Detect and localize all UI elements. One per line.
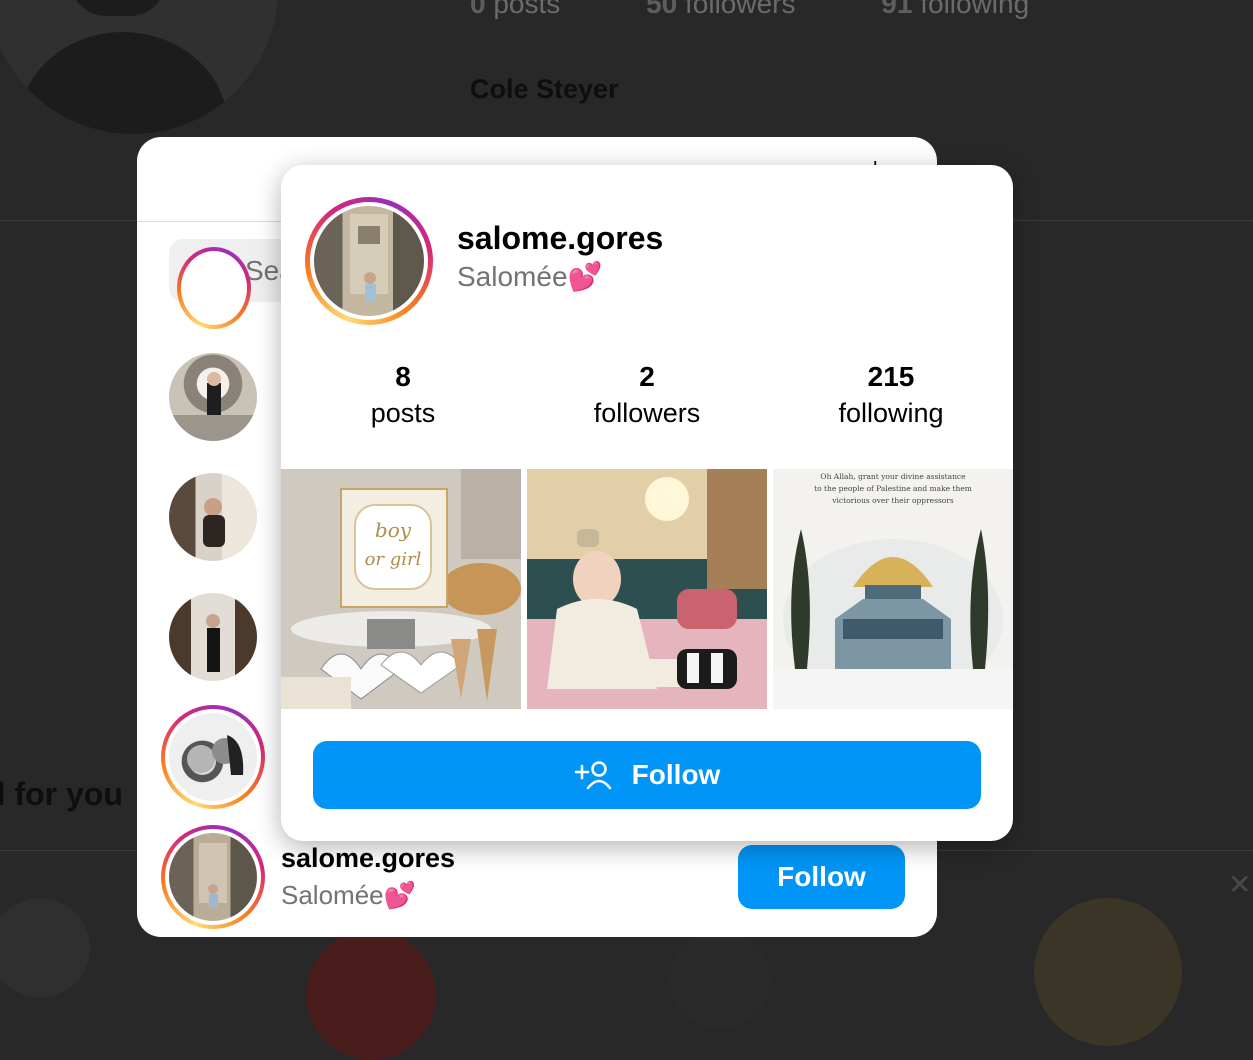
posts-label: posts: [370, 398, 436, 428]
svg-text:or girl: or girl: [365, 549, 422, 570]
follower-avatar[interactable]: [169, 473, 257, 561]
suggested-avatar: [0, 898, 90, 998]
suggested-avatar: [670, 930, 770, 1030]
followers-stat: 2 followers: [525, 361, 769, 429]
post-thumbnail-toddler[interactable]: [527, 469, 767, 709]
followers-count: 2: [639, 361, 655, 392]
post-thumbnail-gender-reveal[interactable]: boy or girl: [281, 469, 521, 709]
background-followers-stat: 50 followers: [646, 0, 796, 19]
profile-hover-card: salome.gores Salomée💕 8 posts 2 follower…: [281, 165, 1013, 841]
follower-avatar[interactable]: [169, 593, 257, 681]
toddler-image: [527, 469, 767, 709]
background-profile-avatar: [0, 0, 278, 134]
following-stat: 215 following: [769, 361, 1013, 429]
posts-count: 8: [395, 361, 411, 392]
follower-username[interactable]: salome.gores: [281, 843, 455, 874]
follower-row-salome[interactable]: salome.gores Salomée💕: [281, 843, 455, 911]
gender-reveal-image: boy or girl: [281, 469, 521, 709]
suggested-section-title: d for you: [0, 776, 123, 812]
close-suggestions-icon: ✕: [1228, 869, 1252, 900]
svg-text:boy: boy: [375, 518, 412, 542]
hover-card-full-name: Salomée💕: [457, 261, 603, 292]
add-person-icon: [574, 761, 611, 790]
follower-avatar[interactable]: [169, 353, 257, 441]
follower-avatar[interactable]: [177, 247, 251, 329]
mosque-image: Oh Allah, grant your divine assistance t…: [773, 469, 1013, 709]
follow-label: Follow: [631, 759, 721, 790]
background-posts-stat: 0 posts: [470, 0, 561, 19]
background-following-stat: 91 following: [881, 0, 1030, 19]
hover-card-follow-button[interactable]: Follow: [313, 741, 981, 809]
svg-text:victorious over their oppresso: victorious over their oppressors: [831, 496, 954, 505]
post-thumbnail-mosque[interactable]: Oh Allah, grant your divine assistance t…: [773, 469, 1013, 709]
following-label: following: [838, 398, 944, 428]
posts-stat: 8 posts: [281, 361, 525, 429]
follower-full-name: Salomée💕: [281, 880, 416, 910]
background-stats: 0 posts 50 followers 91 following: [470, 0, 1107, 20]
follow-button[interactable]: Follow: [738, 845, 905, 909]
svg-text:to the people of Palestine and: to the people of Palestine and make them: [814, 484, 972, 493]
followers-label: followers: [593, 398, 701, 428]
following-count: 215: [867, 361, 915, 392]
hover-card-username[interactable]: salome.gores: [457, 220, 663, 257]
suggested-avatar: [306, 930, 436, 1060]
follower-avatar-salome[interactable]: [161, 825, 265, 929]
svg-text:Oh Allah, grant your divine as: Oh Allah, grant your divine assistance: [820, 472, 966, 481]
background-profile-name: Cole Steyer: [470, 74, 619, 104]
suggested-avatar: [1034, 898, 1182, 1046]
hover-card-avatar[interactable]: [305, 197, 433, 325]
follower-avatar[interactable]: [161, 705, 265, 809]
